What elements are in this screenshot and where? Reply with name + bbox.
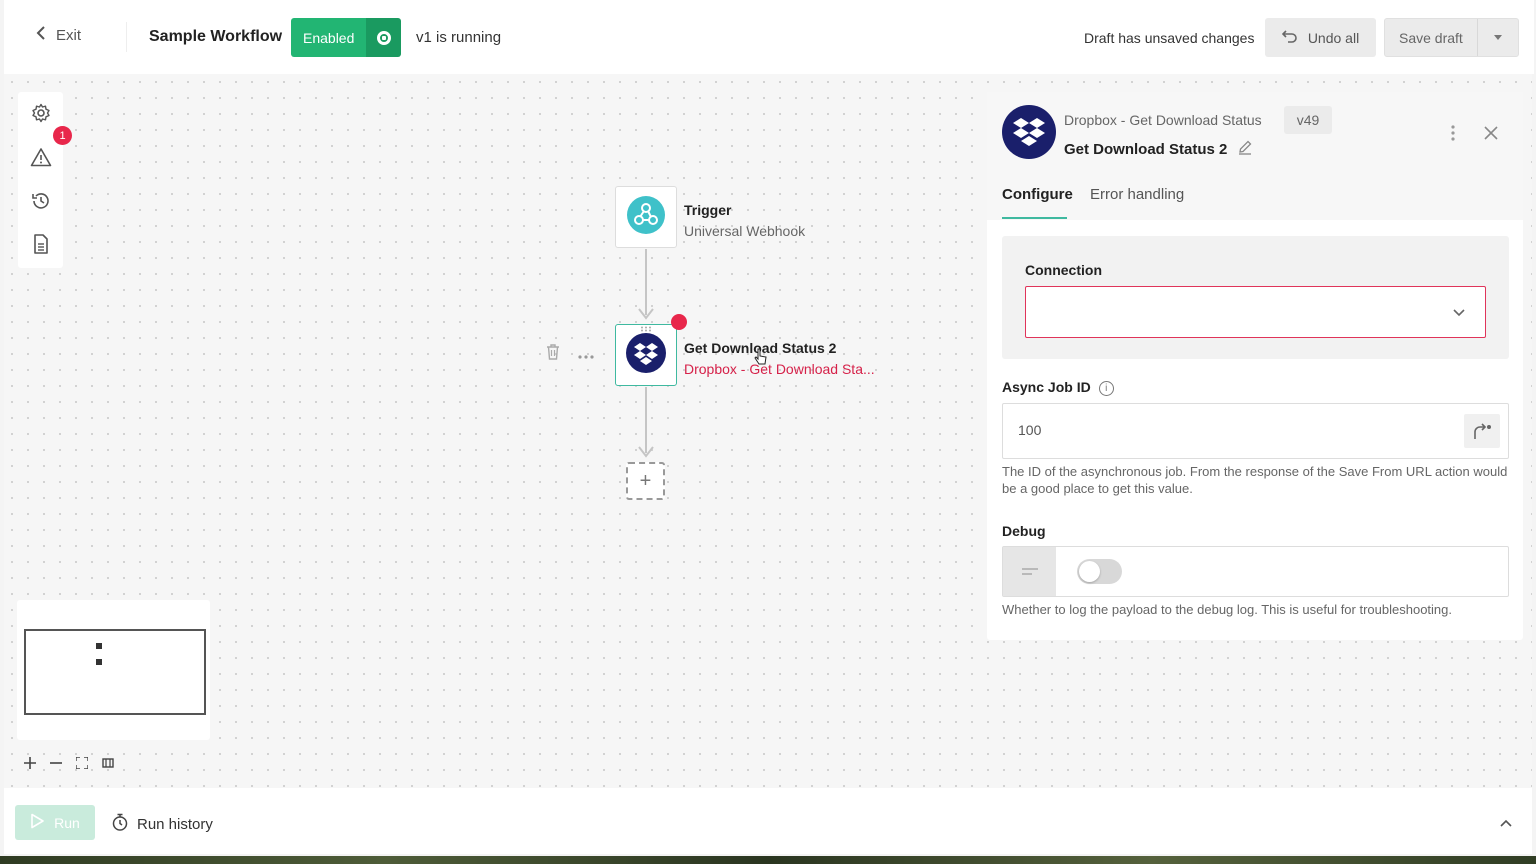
arrow-down-icon [638, 308, 654, 320]
action-node-subtitle: Dropbox - Get Download Sta... [684, 361, 875, 377]
play-icon [30, 813, 44, 832]
webhook-icon [627, 195, 665, 239]
top-bar: Exit Sample Workflow Enabled v1 is runni… [4, 0, 1534, 74]
chevron-down-icon [1453, 304, 1465, 322]
async-job-id-input[interactable]: 100 [1002, 403, 1509, 459]
draft-status: Draft has unsaved changes [1084, 30, 1255, 46]
debug-label: Debug [1002, 523, 1046, 539]
tab-error-handling[interactable]: Error handling [1090, 186, 1184, 203]
panel-step-name-row: Get Download Status 2 [1064, 139, 1253, 159]
async-job-id-value: 100 [1018, 422, 1042, 438]
panel-app-name: Dropbox - Get Download Status [1064, 112, 1262, 128]
caret-down-icon[interactable] [1478, 19, 1518, 56]
dropbox-icon [1002, 105, 1056, 159]
reference-mapping-icon[interactable] [1464, 414, 1500, 448]
exit-button[interactable]: Exit [36, 26, 81, 44]
pencil-icon[interactable] [1237, 139, 1253, 159]
save-draft-button[interactable]: Save draft [1385, 19, 1478, 56]
save-draft-group: Save draft [1384, 18, 1519, 57]
run-history-button[interactable]: Run history [112, 813, 213, 835]
run-status: v1 is running [416, 29, 502, 46]
node-actions [546, 344, 594, 365]
async-job-id-label-row: Async Job ID i [1002, 379, 1114, 396]
trash-icon[interactable] [546, 344, 560, 365]
warning-icon[interactable] [30, 146, 52, 168]
workflow-title: Sample Workflow [149, 28, 283, 45]
undo-icon [1281, 29, 1298, 46]
minimap-node [96, 659, 102, 665]
close-icon[interactable] [1480, 122, 1502, 144]
enabled-label[interactable]: Enabled [291, 18, 367, 57]
desktop-background [0, 856, 1536, 864]
trigger-node-subtitle: Universal Webhook [684, 223, 806, 239]
enabled-toggle-group[interactable]: Enabled [291, 18, 402, 57]
run-button[interactable]: Run [15, 805, 95, 840]
connection-section: Connection [1002, 236, 1509, 359]
fit-view-icon[interactable] [74, 754, 90, 772]
version-badge: v49 [1284, 106, 1332, 134]
chevron-up-icon[interactable] [1500, 814, 1512, 832]
zoom-out-icon[interactable] [48, 754, 64, 772]
bottom-bar: Run Run history [4, 788, 1532, 854]
node-error-indicator [671, 314, 687, 330]
zoom-in-icon[interactable] [22, 754, 38, 772]
undo-all-button[interactable]: Undo all [1265, 18, 1376, 57]
debug-help: Whether to log the payload to the debug … [1002, 602, 1452, 617]
header-divider [126, 22, 127, 52]
more-horizontal-icon[interactable] [578, 346, 594, 364]
debug-toggle[interactable] [1077, 559, 1122, 584]
tab-configure[interactable]: Configure [1002, 186, 1073, 203]
pointer-cursor-icon [754, 348, 767, 365]
more-vertical-icon[interactable] [1443, 122, 1463, 144]
stop-icon[interactable] [366, 18, 402, 57]
panel-step-name: Get Download Status 2 [1064, 140, 1228, 158]
connector-line [645, 249, 647, 315]
trigger-node-title: Trigger [684, 202, 732, 218]
zoom-controls [22, 754, 116, 772]
history-icon[interactable] [30, 190, 52, 212]
run-label: Run [54, 814, 80, 831]
connection-label: Connection [1025, 262, 1102, 278]
arrow-down-icon [638, 446, 654, 458]
workflow-editor: Exit Sample Workflow Enabled v1 is runni… [0, 0, 1536, 856]
drag-handle-icon[interactable] [640, 326, 652, 332]
dropbox-icon [626, 332, 666, 378]
minimap-viewport[interactable] [24, 629, 206, 715]
undo-label: Undo all [1307, 29, 1360, 46]
chevron-left-icon [36, 26, 46, 44]
async-job-id-label: Async Job ID [1002, 379, 1091, 395]
document-icon[interactable] [30, 233, 52, 255]
gear-icon[interactable] [30, 102, 52, 124]
trigger-node[interactable] [615, 186, 677, 248]
connector-line [645, 387, 647, 453]
async-job-id-help: The ID of the asynchronous job. From the… [1002, 464, 1508, 496]
action-node[interactable] [615, 324, 677, 386]
connection-select[interactable] [1025, 286, 1486, 338]
info-icon[interactable]: i [1098, 380, 1114, 396]
input-mode-icon[interactable] [1003, 547, 1056, 596]
minimap[interactable] [17, 600, 210, 740]
add-step-button[interactable]: + [626, 462, 665, 500]
active-tab-indicator [1002, 217, 1067, 219]
stopwatch-icon [112, 813, 128, 835]
minimap-node [96, 643, 102, 649]
debug-field [1002, 546, 1509, 597]
canvas-toolbar [18, 92, 63, 268]
run-history-label: Run history [137, 815, 213, 833]
step-config-panel: Dropbox - Get Download Status v49 Get Do… [987, 92, 1523, 640]
minimap-toggle-icon[interactable] [100, 754, 116, 772]
exit-label: Exit [56, 26, 82, 44]
warning-count-badge: 1 [53, 126, 72, 145]
